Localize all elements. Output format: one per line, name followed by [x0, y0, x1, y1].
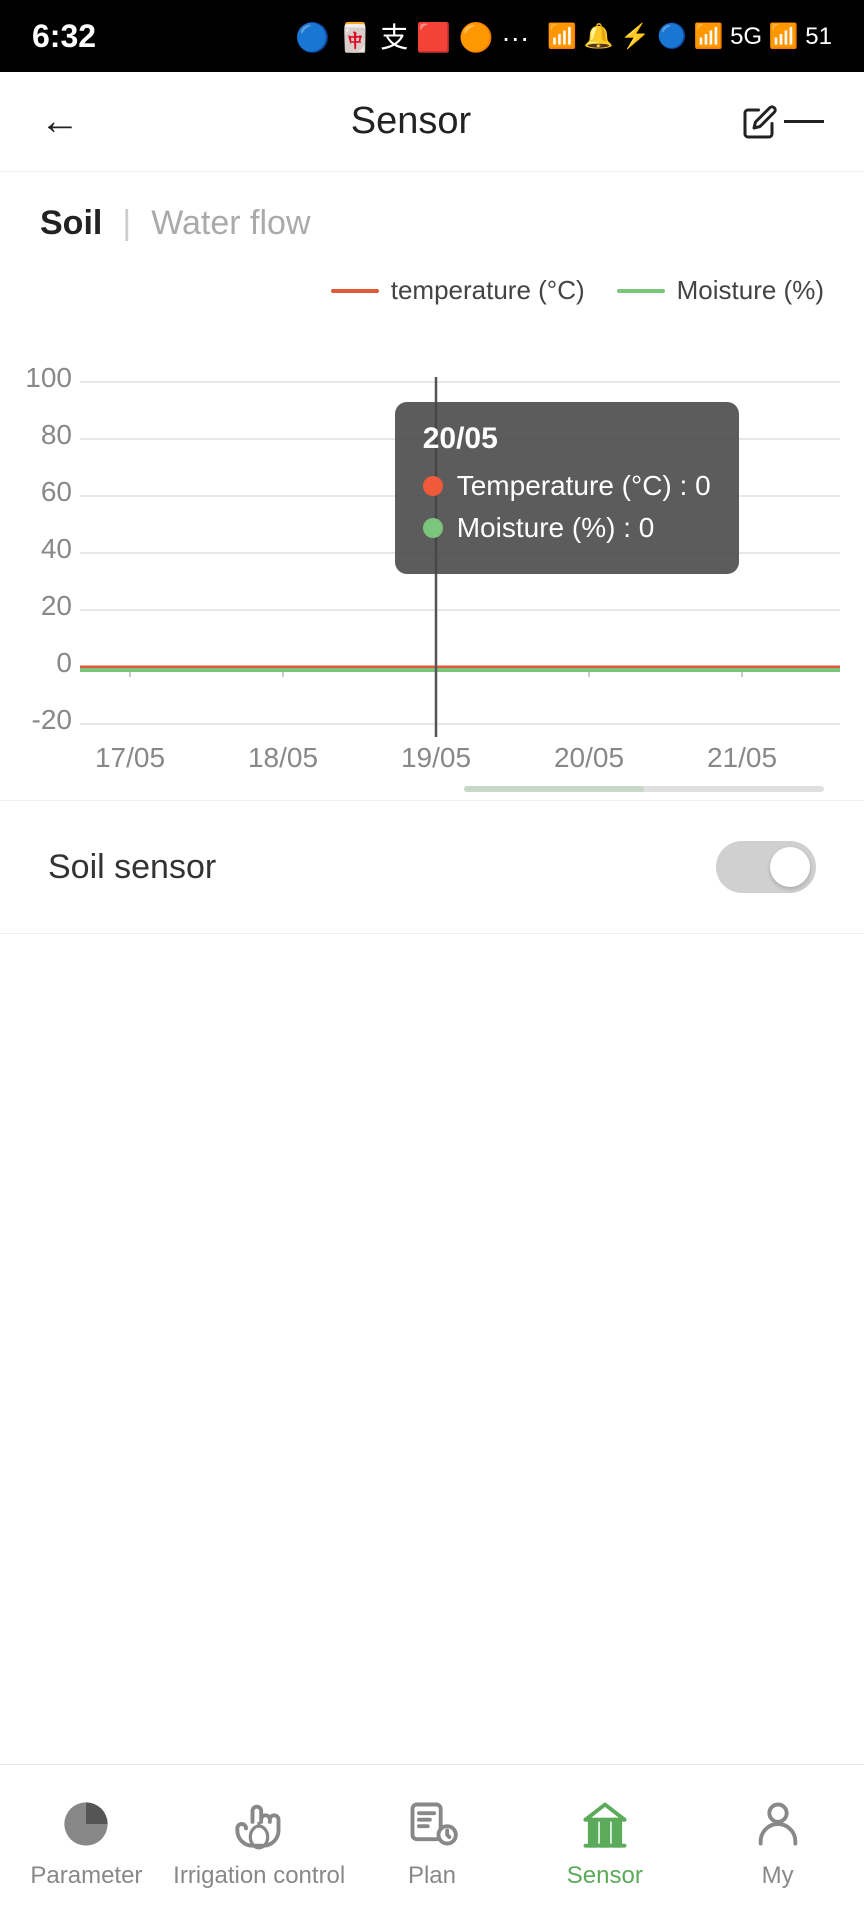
svg-text:20: 20 — [41, 590, 72, 621]
svg-text:18/05: 18/05 — [248, 742, 318, 773]
soil-sensor-toggle[interactable] — [716, 841, 816, 893]
legend-line-green — [617, 289, 665, 293]
tooltip-row-temperature: Temperature (°C) : 0 — [423, 470, 711, 502]
nav-label-parameter: Parameter — [30, 1862, 142, 1890]
legend-moisture: Moisture (%) — [617, 275, 824, 306]
nav-label-sensor: Sensor — [567, 1862, 643, 1890]
chart-svg[interactable]: 100 80 60 40 20 0 -20 17/05 18/05 19/05 … — [0, 322, 864, 782]
tooltip-moisture-label: Moisture (%) : 0 — [457, 512, 655, 544]
app-icons: 🔵 🀄 支 🟥 🟠 ··· — [295, 16, 529, 56]
svg-text:100: 100 — [25, 362, 72, 393]
chart-container: temperature (°C) Moisture (%) — [0, 259, 864, 800]
status-bar: 6:32 🔵 🀄 支 🟥 🟠 ··· 📶 🔔 ⚡ 🔵 📶 5G 📶 51 — [0, 0, 864, 72]
page-title: Sensor — [351, 100, 471, 143]
tooltip-row-moisture: Moisture (%) : 0 — [423, 512, 711, 544]
legend-moisture-label: Moisture (%) — [677, 275, 824, 306]
toggle-thumb — [770, 847, 810, 887]
status-time: 6:32 — [32, 18, 96, 55]
svg-text:21/05: 21/05 — [707, 742, 777, 773]
tooltip-temperature-label: Temperature (°C) : 0 — [457, 470, 711, 502]
person-icon — [750, 1796, 806, 1852]
scroll-indicator — [0, 782, 864, 800]
nav-label-my: My — [762, 1862, 794, 1890]
doc-clock-icon — [404, 1796, 460, 1852]
status-icons: 🔵 🀄 支 🟥 🟠 ··· 📶 🔔 ⚡ 🔵 📶 5G 📶 51 — [295, 16, 832, 56]
svg-text:19/05: 19/05 — [401, 742, 471, 773]
tab-water-flow[interactable]: Water flow — [151, 204, 310, 243]
scroll-thumb — [464, 786, 644, 792]
svg-text:-20: -20 — [32, 704, 72, 735]
svg-text:60: 60 — [41, 476, 72, 507]
legend-line-red — [331, 289, 379, 293]
svg-text:80: 80 — [41, 419, 72, 450]
bottom-nav: Parameter Irrigation control Plan — [0, 1764, 864, 1920]
soil-sensor-label: Soil sensor — [48, 848, 216, 887]
svg-text:17/05: 17/05 — [95, 742, 165, 773]
nav-item-irrigation[interactable]: Irrigation control — [173, 1796, 346, 1890]
building-columns-icon — [577, 1796, 633, 1852]
tab-soil[interactable]: Soil — [40, 204, 102, 243]
system-icons: 📶 🔔 ⚡ 🔵 📶 5G 📶 51 — [547, 22, 832, 51]
edit-button[interactable] — [742, 104, 824, 140]
tab-row: Soil | Water flow — [0, 172, 864, 259]
nav-item-sensor[interactable]: Sensor — [518, 1796, 691, 1890]
nav-label-irrigation: Irrigation control — [173, 1862, 345, 1890]
back-button[interactable]: ← — [40, 99, 80, 144]
tooltip-date: 20/05 — [423, 422, 711, 456]
nav-item-parameter[interactable]: Parameter — [0, 1796, 173, 1890]
soil-sensor-row: Soil sensor — [0, 800, 864, 934]
chart-legend: temperature (°C) Moisture (%) — [0, 275, 864, 322]
nav-label-plan: Plan — [408, 1862, 456, 1890]
nav-item-my[interactable]: My — [691, 1796, 864, 1890]
tab-divider: | — [122, 204, 131, 243]
header: ← Sensor — [0, 72, 864, 172]
legend-temperature: temperature (°C) — [331, 275, 585, 306]
tooltip-dot-red — [423, 476, 443, 496]
svg-text:40: 40 — [41, 533, 72, 564]
svg-text:0: 0 — [56, 647, 72, 678]
svg-text:20/05: 20/05 — [554, 742, 624, 773]
legend-temperature-label: temperature (°C) — [391, 275, 585, 306]
scroll-bar[interactable] — [464, 786, 824, 792]
tooltip-dot-green — [423, 518, 443, 538]
pie-chart-icon — [58, 1796, 114, 1852]
hand-pointer-icon — [231, 1796, 287, 1852]
empty-content — [0, 934, 864, 1634]
nav-item-plan[interactable]: Plan — [346, 1796, 519, 1890]
chart-tooltip: 20/05 Temperature (°C) : 0 Moisture (%) … — [395, 402, 739, 574]
